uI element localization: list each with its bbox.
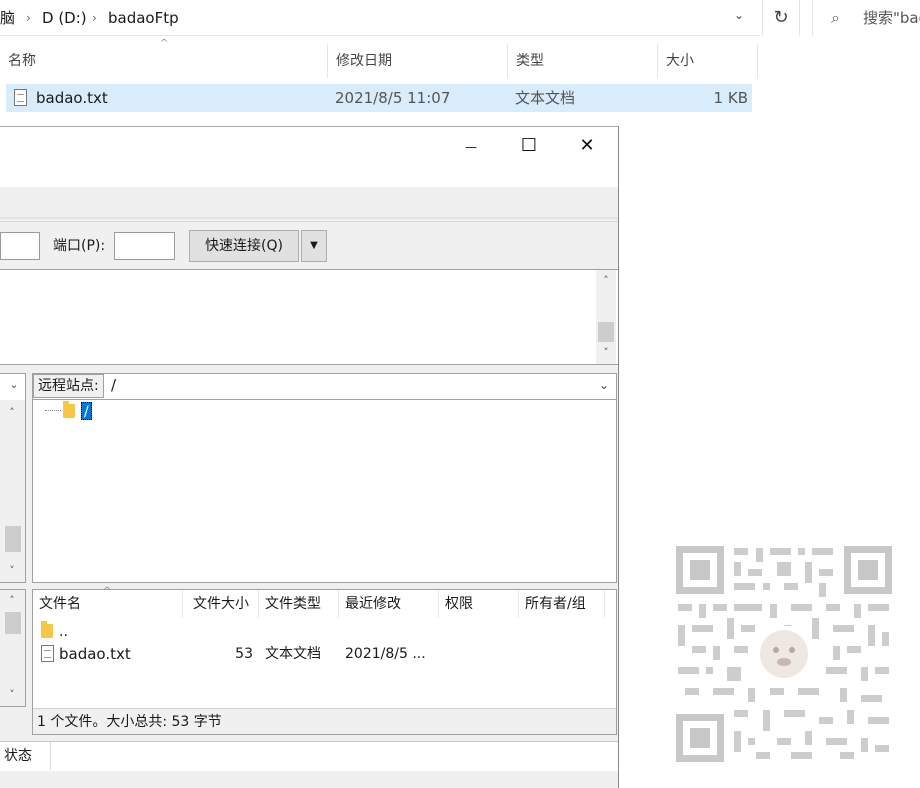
qr-code-image	[672, 542, 896, 766]
column-header-filetype[interactable]: 文件类型	[259, 590, 339, 618]
file-row[interactable]: badao.txt 2021/8/5 11:07 文本文档 1 KB	[6, 84, 752, 112]
local-tree-scrollbar[interactable]: ˄ ˅	[0, 400, 25, 582]
breadcrumb-item-drive[interactable]: D (D:)	[42, 0, 87, 36]
scrollbar-thumb[interactable]	[598, 322, 614, 342]
local-list-scrollbar[interactable]: ˄ ˅	[0, 590, 25, 706]
log-scrollbar[interactable]: ˄ ˅	[596, 270, 616, 364]
file-modified: 2021/8/5 ...	[345, 646, 426, 662]
file-modified: 2021/8/5 11:07	[335, 89, 451, 107]
column-header-size[interactable]: 大小	[658, 44, 758, 78]
scrollbar-thumb[interactable]	[5, 526, 21, 552]
remote-file-list[interactable]: ^ 文件名 文件大小 文件类型 最近修改 权限 所有者/组 .. badao.t…	[32, 586, 617, 735]
folder-icon	[63, 401, 75, 418]
search-placeholder[interactable]: 搜索"bad	[863, 0, 920, 36]
text-file-icon	[41, 645, 54, 662]
folder-icon	[41, 621, 53, 638]
list-item[interactable]: badao.txt 53 文本文档 2021/8/5 ...	[33, 642, 616, 666]
remote-site-path-input[interactable]: /	[111, 374, 117, 398]
file-type: 文本文档	[515, 89, 576, 107]
column-header-name[interactable]: 名称	[0, 44, 328, 78]
remote-site-dropdown-icon[interactable]: ⌄	[599, 378, 609, 392]
refresh-button[interactable]: ↻	[762, 0, 800, 36]
list-item[interactable]: ..	[33, 620, 616, 644]
minimize-button[interactable]: —	[442, 127, 500, 165]
qr-code-graphic	[672, 542, 896, 766]
file-size: 53	[235, 646, 253, 662]
password-field[interactable]	[0, 232, 40, 260]
text-file-icon	[14, 89, 27, 106]
remote-site-bar: 远程站点: / ⌄	[33, 374, 616, 400]
search-icon: ⌕	[831, 8, 840, 27]
column-header-filename[interactable]: 文件名	[33, 590, 183, 618]
column-header-type[interactable]: 类型	[508, 44, 658, 78]
breadcrumb-item-pc[interactable]: 脑	[0, 0, 15, 36]
scroll-up-icon[interactable]: ˄	[597, 274, 615, 287]
scroll-up-icon[interactable]: ˄	[3, 594, 21, 607]
column-header-modified[interactable]: 修改日期	[328, 44, 508, 78]
maximize-icon: ☐	[520, 135, 538, 156]
file-name: badao.txt	[36, 89, 108, 107]
address-history-dropdown-icon[interactable]: ⌄	[734, 8, 744, 22]
scroll-down-icon[interactable]: ˅	[597, 346, 615, 359]
remote-list-header: ^ 文件名 文件大小 文件类型 最近修改 权限 所有者/组	[33, 586, 616, 618]
toolbar-divider	[0, 217, 618, 219]
close-icon: ✕	[579, 135, 595, 156]
scroll-down-icon[interactable]: ˅	[3, 688, 21, 701]
quickconnect-history-dropdown[interactable]: ▼	[301, 230, 327, 262]
title-bar: — ☐ ✕	[0, 127, 618, 187]
local-site-dropdown-icon[interactable]: ⌄	[5, 378, 23, 391]
breadcrumb-item-folder[interactable]: badaoFtp	[108, 0, 179, 36]
tree-connector	[45, 410, 61, 411]
scroll-down-icon[interactable]: ˅	[3, 564, 21, 577]
refresh-icon: ↻	[773, 7, 789, 28]
scroll-up-icon[interactable]: ˄	[3, 406, 21, 419]
filezilla-window: — ☐ ✕ 端口(P): 快速连接(Q) ▼ ˄ ˅ ⌄ ˄ ˅ 远程站点: /…	[0, 126, 619, 788]
chevron-right-icon[interactable]: ›	[26, 0, 31, 36]
remote-list-summary: 1 个文件。大小总共: 53 字节	[33, 708, 616, 734]
close-button[interactable]: ✕	[558, 127, 616, 165]
column-header-owner-group[interactable]: 所有者/组	[519, 590, 605, 618]
tab-status[interactable]: 状态	[4, 742, 51, 770]
minimize-icon: —	[465, 140, 477, 154]
file-name: ..	[59, 624, 68, 640]
quickconnect-bar: 端口(P): 快速连接(Q) ▼	[0, 221, 618, 267]
local-tree-pane[interactable]: ⌄ ˄ ˅	[0, 373, 26, 583]
column-header-last-modified[interactable]: 最近修改	[339, 590, 439, 618]
queue-tabs: 状态	[0, 741, 618, 771]
maximize-button[interactable]: ☐	[500, 127, 558, 165]
tree-root-node[interactable]: /	[81, 402, 92, 420]
column-header-filesize[interactable]: 文件大小	[187, 590, 259, 618]
search-box[interactable]: ⌕ 搜索"bad	[812, 0, 920, 36]
column-header-permissions[interactable]: 权限	[439, 590, 519, 618]
port-field[interactable]	[114, 232, 175, 260]
menu-bar	[0, 187, 618, 217]
local-list-pane[interactable]: ˄ ˅	[0, 589, 26, 707]
quickconnect-button[interactable]: 快速连接(Q)	[189, 230, 299, 262]
scrollbar-thumb[interactable]	[5, 612, 21, 634]
port-label: 端口(P):	[53, 238, 106, 254]
message-log[interactable]: ˄ ˅	[0, 269, 618, 365]
file-size: 1 KB	[713, 89, 748, 107]
address-bar[interactable]: 脑 › D (D:) › badaoFtp ⌄	[0, 0, 760, 36]
file-name: badao.txt	[59, 645, 131, 663]
remote-site-label: 远程站点:	[33, 374, 104, 398]
file-type: 文本文档	[265, 646, 321, 662]
remote-tree-pane[interactable]: 远程站点: / ⌄ /	[32, 373, 617, 583]
chevron-right-icon[interactable]: ›	[92, 0, 97, 36]
